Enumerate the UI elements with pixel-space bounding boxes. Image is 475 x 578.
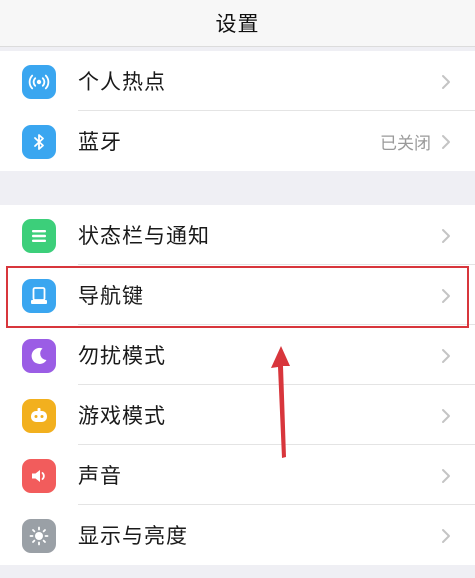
- settings-group-network: 个人热点 蓝牙 已关闭: [0, 51, 475, 171]
- notification-icon: [22, 219, 56, 253]
- settings-item-label: 勿扰模式: [78, 344, 166, 368]
- settings-item-label: 声音: [78, 464, 122, 488]
- settings-item-label: 导航键: [78, 284, 144, 308]
- settings-item-sound[interactable]: 声音: [0, 445, 475, 505]
- chevron-right-icon: [442, 135, 450, 149]
- bluetooth-icon: [22, 125, 56, 159]
- chevron-right-icon: [442, 469, 450, 483]
- chevron-right-icon: [442, 529, 450, 543]
- brightness-icon: [22, 519, 56, 553]
- moon-icon: [22, 339, 56, 373]
- chevron-right-icon: [442, 349, 450, 363]
- settings-item-game-mode[interactable]: 游戏模式: [0, 385, 475, 445]
- navigation-key-icon: [22, 279, 56, 313]
- page-title: 设置: [215, 12, 260, 36]
- settings-item-label: 蓝牙: [78, 130, 122, 154]
- settings-group-system: 状态栏与通知 导航键 勿扰模式 游戏模式 声音 显示与亮度: [0, 205, 475, 565]
- hotspot-icon: [22, 65, 56, 99]
- settings-item-status-bar-notifications[interactable]: 状态栏与通知: [0, 205, 475, 265]
- navigation-bar: 设置: [0, 0, 475, 47]
- chevron-right-icon: [442, 289, 450, 303]
- settings-item-do-not-disturb[interactable]: 勿扰模式: [0, 325, 475, 385]
- settings-item-label: 个人热点: [78, 70, 166, 94]
- settings-item-label: 游戏模式: [78, 404, 166, 428]
- chevron-right-icon: [442, 409, 450, 423]
- bluetooth-status-value: 已关闭: [380, 133, 431, 154]
- game-icon: [22, 399, 56, 433]
- chevron-right-icon: [442, 229, 450, 243]
- speaker-icon: [22, 459, 56, 493]
- settings-item-bluetooth[interactable]: 蓝牙 已关闭: [0, 111, 475, 171]
- settings-item-hotspot[interactable]: 个人热点: [0, 51, 475, 111]
- settings-item-display-brightness[interactable]: 显示与亮度: [0, 505, 475, 565]
- settings-item-label: 状态栏与通知: [78, 224, 210, 248]
- chevron-right-icon: [442, 75, 450, 89]
- settings-item-navigation-keys[interactable]: 导航键: [0, 265, 475, 325]
- settings-item-label: 显示与亮度: [78, 524, 188, 548]
